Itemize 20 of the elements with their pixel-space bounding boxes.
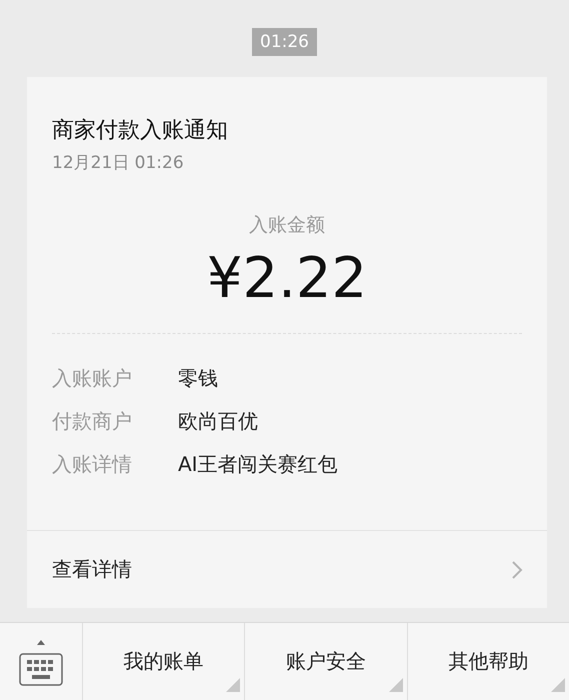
corner-triangle-icon [226,678,240,692]
amount-label: 入账金额 [248,213,326,238]
menu-button[interactable]: 我的账单 [83,623,246,700]
row-label: 入账详情 [52,451,133,478]
card-title: 商家付款入账通知 [51,117,229,145]
chevron-icon [511,560,523,580]
menu-button[interactable]: 其他帮助 [408,623,569,700]
row-value: 欧尚百优 [178,408,258,435]
amount: ¥2.22 [206,246,368,311]
card-date: 12月21日 01:26 [51,152,185,174]
notification-card[interactable]: 商家付款入账通知 12月21日 01:26 入账金额 ¥2.22 入账账户 零钱 付款商户 欧尚百优 入账详情 AI王者闯关赛红包 查看详情 [27,77,547,608]
details-link[interactable]: 查看详情 [27,530,547,608]
row-label: 付款商户 [52,408,133,435]
row-value: AI王者闯关赛红包 [178,451,338,478]
row-label: 入账账户 [52,365,133,392]
corner-triangle-icon [388,678,403,692]
corner-triangle-icon [550,678,565,692]
time-badge: 01:26 [252,28,317,56]
row-value: 零钱 [178,365,218,392]
menu-button[interactable]: 账户安全 [245,623,408,700]
